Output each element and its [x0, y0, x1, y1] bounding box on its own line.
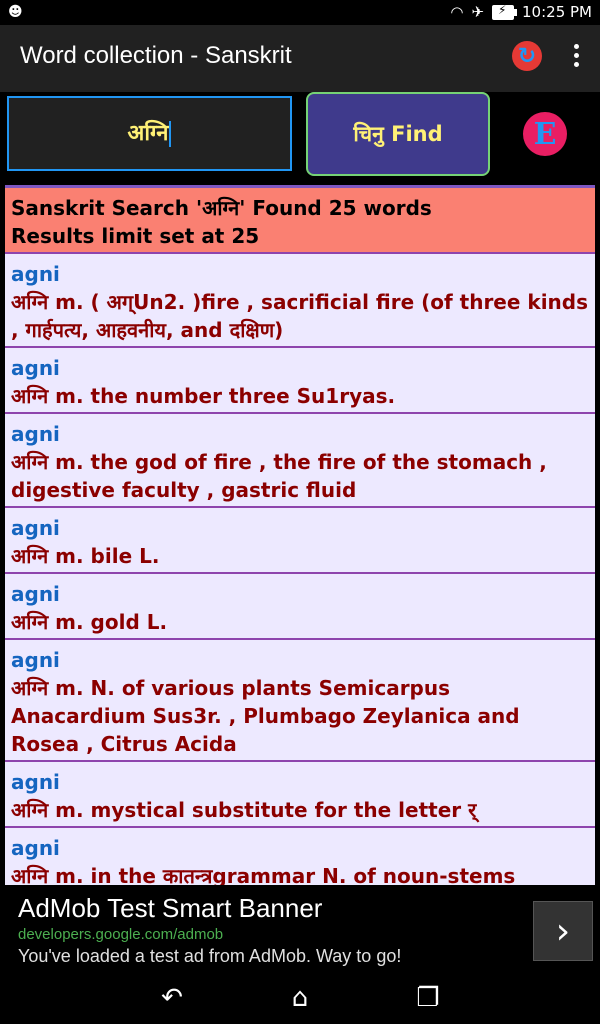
- ad-banner[interactable]: AdMob Test Smart Banner developers.googl…: [0, 885, 600, 975]
- entry-word: agni: [11, 648, 60, 672]
- list-item[interactable]: agni अग्नि m. the god of fire , the fire…: [5, 414, 595, 508]
- list-item[interactable]: agni अग्नि m. mystical substitute for th…: [5, 762, 595, 828]
- entry-definition: अग्नि m. bile L.: [11, 544, 160, 568]
- entry-word: agni: [11, 582, 60, 606]
- app-bar: Word collection - Sanskrit ↻: [0, 25, 600, 92]
- list-item[interactable]: agni अग्नि m. the number three Su1ryas.: [5, 348, 595, 414]
- find-button[interactable]: चिनु Find: [306, 92, 490, 176]
- navigation-bar: ↶ ⌂ ❐: [0, 975, 600, 1024]
- entry-word: agni: [11, 770, 60, 794]
- wifi-icon: ◠: [450, 3, 464, 21]
- overflow-menu-icon[interactable]: [568, 41, 584, 73]
- search-input-value: अग्नि: [127, 121, 169, 146]
- results-limit: Results limit set at 25: [11, 224, 260, 248]
- app-title: Word collection - Sanskrit: [20, 42, 292, 69]
- entry-definition: अग्नि m. gold L.: [11, 610, 168, 634]
- search-input[interactable]: अग्नि: [7, 96, 292, 171]
- recents-icon[interactable]: ❐: [410, 983, 446, 1015]
- airplane-icon: ✈: [471, 3, 485, 21]
- text-caret: [169, 121, 172, 147]
- list-item[interactable]: agni अग्नि m. ( अग्Un2. )fire , sacrific…: [5, 254, 595, 348]
- ad-url: developers.google.com/admob: [18, 926, 224, 943]
- entry-word: agni: [11, 422, 60, 446]
- results-header: Sanskrit Search 'अग्नि' Found 25 words R…: [5, 188, 595, 254]
- entry-word: agni: [11, 516, 60, 540]
- list-item[interactable]: agni अग्नि m. in the कातन्त्रgrammar N. …: [5, 828, 595, 886]
- entry-definition: अग्नि m. mystical substitute for the let…: [11, 798, 477, 822]
- android-icon: ☻: [8, 4, 23, 20]
- list-item[interactable]: agni अग्नि m. N. of various plants Semic…: [5, 640, 595, 762]
- ad-arrow-button[interactable]: ›: [533, 901, 593, 961]
- status-icons: ◠ ✈ ⚡ 10:25 PM: [450, 3, 592, 22]
- home-icon[interactable]: ⌂: [282, 983, 318, 1015]
- search-controls: अग्नि चिनु Find E: [0, 92, 600, 184]
- battery-charging-icon: ⚡: [492, 3, 518, 20]
- results-summary: Sanskrit Search 'अग्नि' Found 25 words: [11, 196, 432, 220]
- entry-word: agni: [11, 836, 60, 860]
- entry-definition: अग्नि m. ( अग्Un2. )fire , sacrificial f…: [11, 290, 589, 342]
- back-icon[interactable]: ↶: [154, 983, 190, 1015]
- e-button[interactable]: E: [523, 112, 567, 156]
- refresh-icon[interactable]: ↻: [512, 41, 542, 71]
- list-item[interactable]: agni अग्नि m. gold L.: [5, 574, 595, 640]
- ad-title: AdMob Test Smart Banner: [18, 893, 323, 923]
- entry-definition: अग्नि m. in the कातन्त्रgrammar N. of no…: [11, 864, 516, 886]
- list-item[interactable]: agni अग्नि m. bile L.: [5, 508, 595, 574]
- entry-word: agni: [11, 262, 60, 286]
- entry-word: agni: [11, 356, 60, 380]
- entry-definition: अग्नि m. N. of various plants Semicarpus…: [11, 676, 520, 756]
- status-time: 10:25 PM: [522, 3, 592, 21]
- ad-message: You've loaded a test ad from AdMob. Way …: [18, 946, 402, 966]
- entry-definition: अग्नि m. the god of fire , the fire of t…: [11, 450, 547, 502]
- entry-definition: अग्नि m. the number three Su1ryas.: [11, 384, 396, 408]
- status-bar: ☻ ◠ ✈ ⚡ 10:25 PM: [0, 0, 600, 25]
- results-list[interactable]: Sanskrit Search 'अग्नि' Found 25 words R…: [5, 185, 595, 886]
